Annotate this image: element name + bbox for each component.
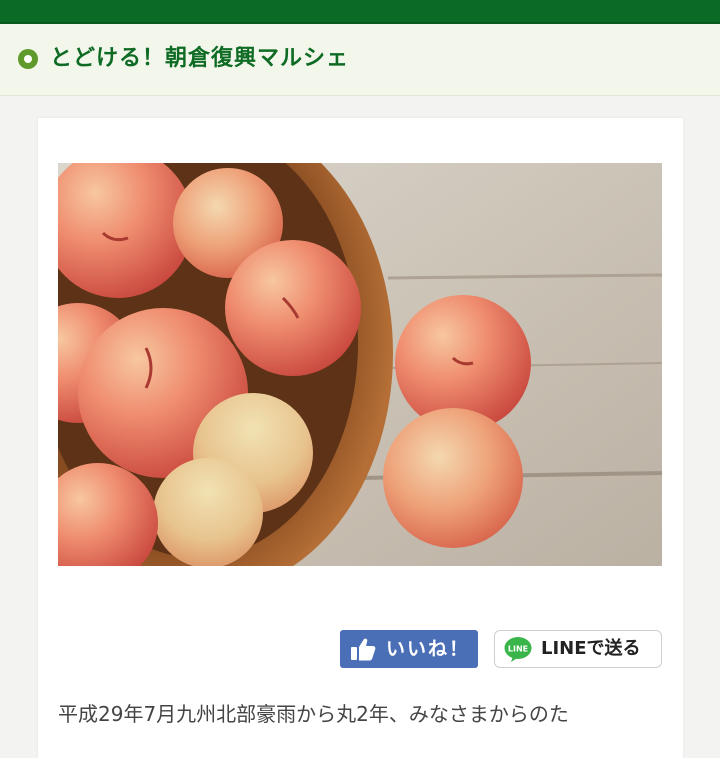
line-button-label: LINEで送る [541, 638, 641, 659]
section-header: とどける！朝倉復興マルシェ [0, 24, 720, 96]
line-share-button[interactable]: LINE LINEで送る [494, 630, 662, 668]
top-bar [0, 0, 720, 24]
article-card: いいね！ LINE LINEで送る 平成29年7月九州北部豪雨から丸2年、みなさ… [38, 118, 683, 758]
article-intro-text: 平成29年7月九州北部豪雨から丸2年、みなさまからのた [58, 702, 569, 726]
like-button-label: いいね！ [386, 638, 471, 660]
peach-bowl-photo [58, 163, 662, 566]
section-title: とどける！朝倉復興マルシェ [50, 46, 350, 71]
thumbs-up-icon [350, 637, 376, 661]
facebook-like-button[interactable]: いいね！ [340, 630, 478, 668]
line-logo-text: LINE [508, 645, 528, 654]
line-logo-icon: LINE [504, 636, 532, 663]
circle-bullet-icon [18, 49, 38, 69]
